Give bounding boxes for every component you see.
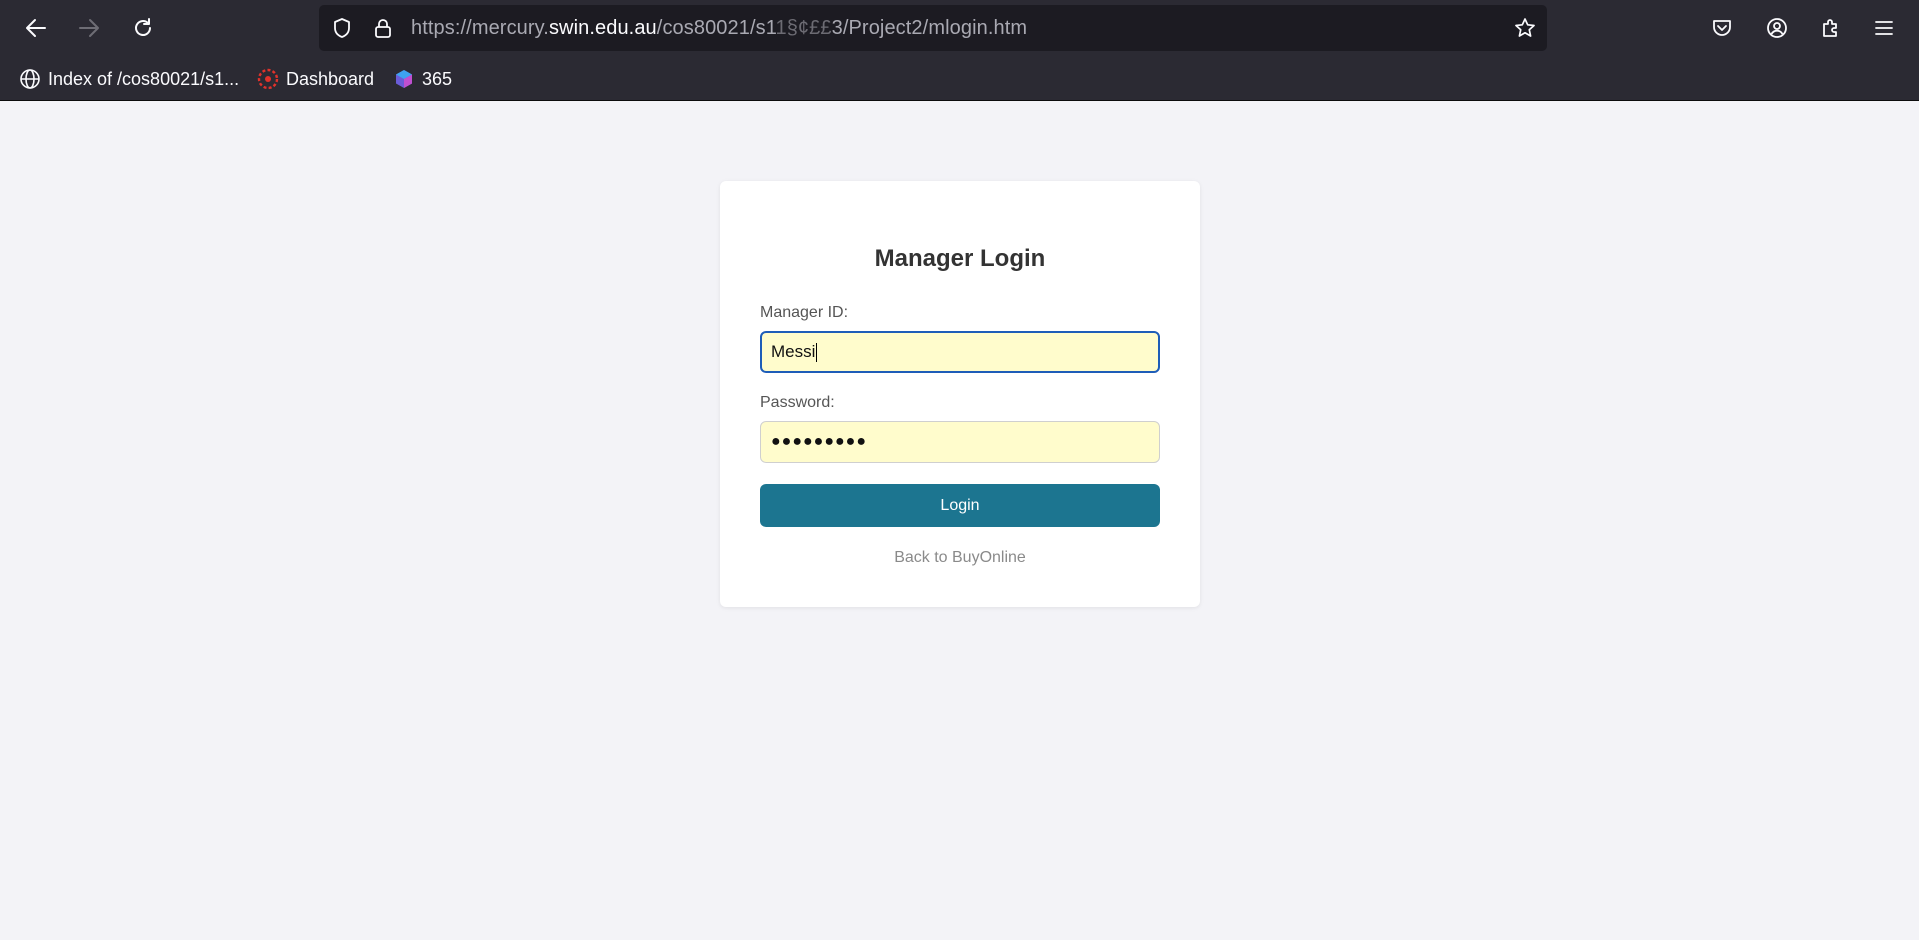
password-value: ●●●●●●●●● [771, 433, 867, 450]
pocket-button[interactable] [1707, 13, 1737, 43]
copilot-icon [396, 70, 412, 88]
extensions-button[interactable] [1816, 13, 1846, 43]
url-path: /cos80021/s1 [656, 17, 776, 39]
reload-icon [135, 18, 151, 36]
bookmark-dashboard[interactable]: Dashboard [257, 66, 374, 92]
puzzle-icon [1823, 19, 1837, 37]
bookmark-label: 365 [422, 68, 453, 89]
hamburger-menu-icon [1875, 21, 1893, 35]
bookmark-index[interactable]: Index of /cos80021/s1... [19, 66, 239, 92]
login-card: Manager Login Manager ID: Messi Password… [720, 181, 1200, 607]
bookmark-label: Index of /cos80021/s1... [48, 68, 240, 89]
pocket-icon [1713, 20, 1731, 36]
manager-id-label: Manager ID: [760, 304, 849, 321]
globe-icon [20, 69, 40, 89]
menu-button[interactable] [1869, 13, 1899, 43]
text-caret [816, 342, 818, 362]
url-bar[interactable]: https://mercury.swin.edu.au/cos80021/s11… [319, 5, 1547, 51]
password-label: Password: [760, 394, 835, 411]
lock-icon[interactable] [372, 17, 394, 39]
canvas-icon [257, 68, 279, 90]
account-icon [1767, 18, 1787, 38]
password-input[interactable]: ●●●●●●●●● [760, 421, 1160, 463]
bookmark-label: Dashboard [286, 68, 375, 89]
account-button[interactable] [1762, 13, 1792, 43]
arrow-right-icon [79, 19, 99, 37]
bookmark-365[interactable]: 365 [393, 66, 452, 92]
url-prefix: https://mercury. [411, 17, 549, 39]
back-button[interactable] [17, 10, 55, 46]
url-suffix: 3/Project2/mlogin.htm [831, 17, 1028, 39]
url-obscured: 1§¢££ [775, 17, 832, 39]
page-title: Manager Login [874, 245, 1046, 272]
star-icon[interactable] [1514, 17, 1536, 39]
url-host: swin.edu.au [548, 17, 657, 39]
manager-id-input[interactable]: Messi [760, 331, 1160, 373]
back-to-buyonline-link[interactable]: Back to BuyOnline [720, 549, 1200, 567]
arrow-left-icon [26, 19, 46, 37]
browser-toolbar: https://mercury.swin.edu.au/cos80021/s11… [0, 0, 1919, 57]
forward-button[interactable] [70, 10, 108, 46]
shield-icon[interactable] [331, 17, 353, 39]
reload-button[interactable] [124, 10, 162, 46]
manager-id-value: Messi [771, 342, 816, 361]
login-button[interactable]: Login [760, 484, 1160, 527]
url-text[interactable]: https://mercury.swin.edu.au/cos80021/s11… [411, 5, 1027, 51]
